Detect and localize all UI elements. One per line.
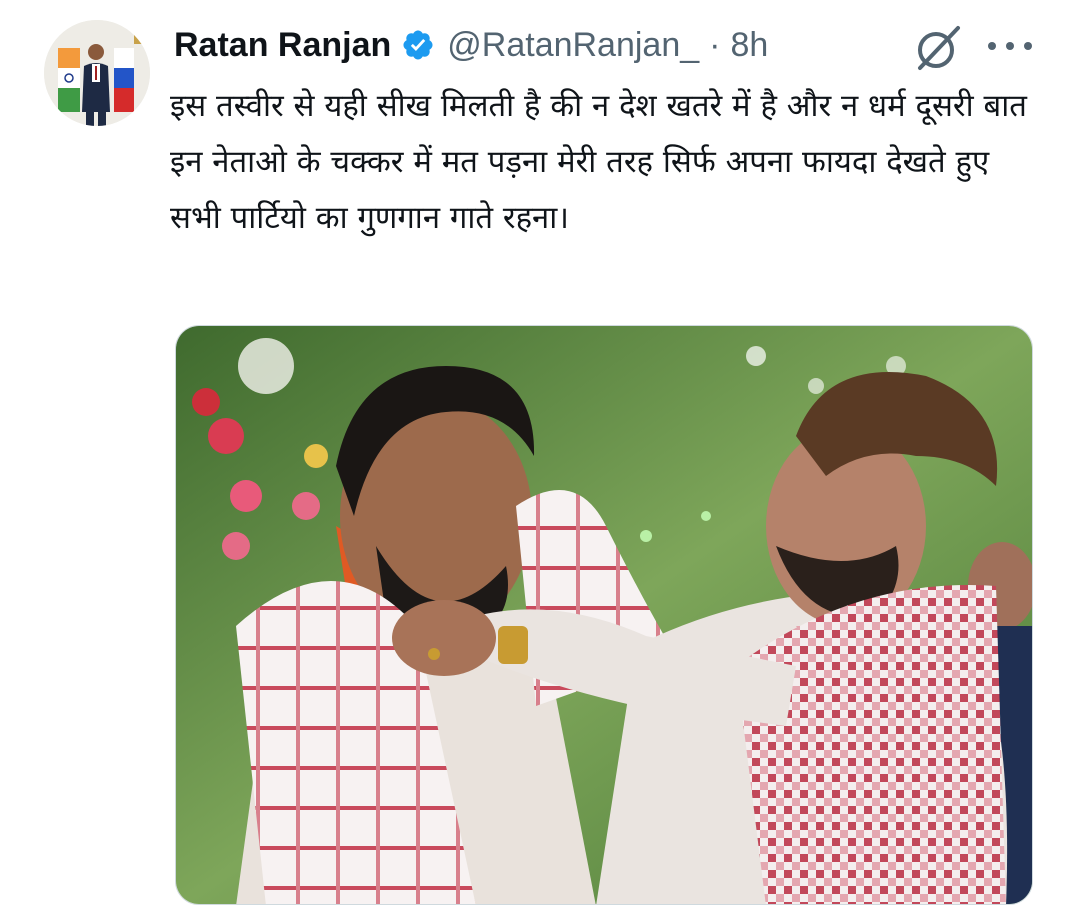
dot-icon <box>1024 42 1032 50</box>
dot-icon <box>988 42 996 50</box>
header-separator: · <box>709 25 721 64</box>
dot-icon <box>1006 42 1014 50</box>
tweet-photo[interactable] <box>175 325 1033 905</box>
more-dots-icon[interactable] <box>988 38 1032 54</box>
tweet-header: Ratan Ranjan @RatanRanjan_ · 8h <box>174 22 768 68</box>
tweet-timestamp[interactable]: 8h <box>731 26 769 65</box>
verified-badge-icon <box>401 28 435 62</box>
author-handle[interactable]: @RatanRanjan_ <box>447 26 699 65</box>
author-avatar[interactable] <box>44 20 150 126</box>
tweet-text: इस तस्वीर से यही सीख मिलती है की न देश ख… <box>170 88 1027 236</box>
grok-icon[interactable] <box>912 22 964 74</box>
author-display-name[interactable]: Ratan Ranjan <box>174 26 391 65</box>
tweet-card[interactable]: Ratan Ranjan @RatanRanjan_ · 8h इस तस्वी… <box>0 0 1080 907</box>
